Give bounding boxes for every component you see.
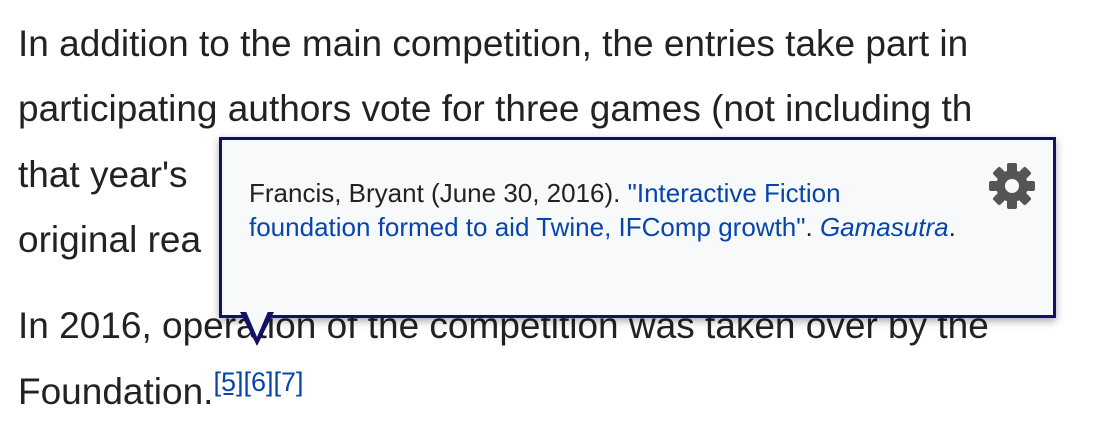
- reference-separator: .: [805, 212, 820, 242]
- publication-name: Gamasutra: [819, 212, 949, 242]
- paragraph-line: Foundation.[5][6][7]: [18, 367, 304, 417]
- publication-link[interactable]: Gamasutra: [820, 212, 949, 242]
- paragraph-text: Foundation.: [18, 371, 214, 412]
- reference-end: .: [948, 212, 956, 242]
- tooltip-pointer-fill: [245, 309, 269, 337]
- paragraph-text: that year's: [18, 154, 188, 195]
- paragraph-line: participating authors vote for three gam…: [18, 88, 973, 129]
- citation-link-5[interactable]: [5]: [213, 367, 243, 397]
- reference-authors-date: Francis, Bryant (June 30, 2016).: [249, 178, 628, 208]
- citation-link-7[interactable]: [7]: [274, 367, 304, 397]
- paragraph-line: original rea: [18, 219, 202, 260]
- citation-link-6[interactable]: [6]: [243, 367, 273, 397]
- paragraph-line: In addition to the main competition, the…: [18, 23, 969, 64]
- reference-text: Francis, Bryant (June 30, 2016). "Intera…: [249, 176, 969, 244]
- gear-icon[interactable]: [986, 160, 1038, 212]
- reference-tooltip: Francis, Bryant (June 30, 2016). "Intera…: [219, 137, 1056, 318]
